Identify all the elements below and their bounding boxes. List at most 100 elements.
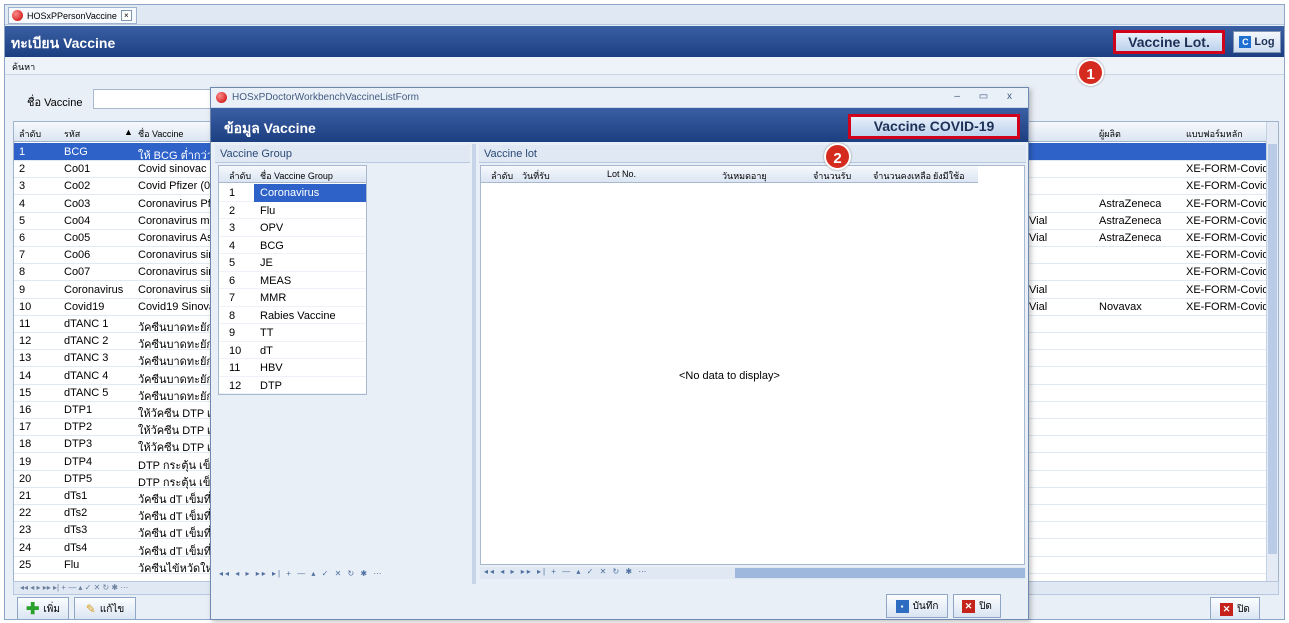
cell-form: XE-FORM-Covid-1 <box>1186 232 1268 244</box>
cell-no: 6 <box>19 232 26 244</box>
cell-maker: AstraZeneca <box>1099 232 1162 244</box>
close-button[interactable]: ✕ ปิด <box>1210 597 1260 619</box>
cell-code: DTP3 <box>64 438 93 451</box>
col-no[interactable]: ลำดับ <box>19 127 41 141</box>
col-form[interactable]: แบบฟอร์มหลัก <box>1186 127 1243 141</box>
cell-code: dTs3 <box>64 524 88 537</box>
cell-code: dTANC 2 <box>64 335 109 348</box>
cell-name: Coronavirus Ast <box>138 232 216 244</box>
cell-name: Coronavirus mo <box>138 214 216 227</box>
vaccine-name-filter-input[interactable] <box>93 89 219 109</box>
lot-col-active[interactable]: ยังมีใช้อ <box>933 169 965 183</box>
group-no: 7 <box>229 292 236 304</box>
cell-code: dTs2 <box>64 507 88 520</box>
cell-no: 12 <box>19 335 32 348</box>
group-no: 3 <box>229 222 236 234</box>
list-item[interactable]: 1 Coronavirus <box>219 184 366 202</box>
save-label: บันทึก <box>912 600 939 612</box>
cell-unit: Vial <box>1029 214 1048 227</box>
lot-col-expire[interactable]: วันหมดอายุ <box>722 169 767 183</box>
window-controls[interactable]: – ▭ x <box>954 91 1020 102</box>
tab-close-icon[interactable]: × <box>120 10 132 21</box>
lot-panel-header: Vaccine lot <box>479 145 1026 163</box>
list-item[interactable]: 7 MMR <box>219 289 366 307</box>
cell-form: XE-FORM-Covid-1 <box>1186 180 1268 193</box>
cell-code: dTANC 5 <box>64 386 109 399</box>
cell-code: dTs1 <box>64 490 88 502</box>
group-no: 2 <box>229 204 236 217</box>
vaccine-lot-button[interactable]: Vaccine Lot. <box>1113 30 1225 54</box>
list-item[interactable]: 12 DTP <box>219 377 366 394</box>
cell-form: XE-FORM-Covid-1 <box>1186 249 1268 262</box>
dialog-title: ข้อมูล Vaccine <box>224 120 316 136</box>
group-panel-title: Vaccine Group <box>220 148 292 160</box>
grid-vertical-scrollbar[interactable] <box>1266 122 1278 581</box>
log-button[interactable]: C Log <box>1233 31 1281 53</box>
col-maker[interactable]: ผู้ผลิต <box>1099 127 1121 141</box>
lot-col-no[interactable]: ลำดับ <box>491 169 513 183</box>
group-no: 11 <box>229 362 241 374</box>
cell-name: Covid19 Sinova <box>138 300 216 313</box>
cell-no: 16 <box>19 404 32 416</box>
cell-code: Co01 <box>64 163 91 176</box>
cell-maker: Novavax <box>1099 300 1142 313</box>
add-button[interactable]: ✚ เพิ่ม <box>17 597 69 619</box>
group-grid-navigator[interactable]: ◂◂ ◂ ▸ ▸▸ ▸| + — ▴ ✓ ✕ ↻ ✱ ⋯ <box>219 569 383 581</box>
cell-name: Coronavirus sin <box>138 283 215 296</box>
list-item[interactable]: 3 OPV <box>219 219 366 237</box>
cell-name: Coronavirus sin <box>138 266 215 279</box>
dialog-close-button[interactable]: ✕ ปิด <box>953 594 1001 618</box>
vaccine-list-dialog: HOSxPDoctorWorkbenchVaccineListForm – ▭ … <box>210 87 1029 620</box>
list-item[interactable]: 9 TT <box>219 324 366 342</box>
list-item[interactable]: 5 JE <box>219 254 366 272</box>
panel-splitter[interactable] <box>472 144 476 584</box>
empty-state: <No data to display> <box>679 370 780 382</box>
tab-label: HOSxPPersonVaccine <box>27 10 117 21</box>
cell-no: 9 <box>19 283 26 296</box>
group-name: Coronavirus <box>254 184 366 202</box>
group-col-no[interactable]: ลำดับ <box>229 169 251 183</box>
group-name: JE <box>260 257 273 269</box>
vaccine-covid19-button[interactable]: Vaccine COVID-19 <box>848 114 1020 139</box>
cell-name: Coronavirus sin <box>138 249 215 262</box>
col-name[interactable]: ชื่อ Vaccine <box>138 127 183 141</box>
lot-horizontal-scrollbar[interactable]: ◂◂ ◂ ▸ ▸▸ ▸| + — ▴ ✓ ✕ ↻ ✱ ⋯ <box>480 567 1026 579</box>
group-name: MMR <box>260 292 287 304</box>
group-col-name[interactable]: ชื่อ Vaccine Group <box>260 169 333 183</box>
scroll-thumb[interactable] <box>735 568 1025 578</box>
cell-no: 13 <box>19 352 32 365</box>
scroll-thumb[interactable] <box>1268 144 1277 554</box>
cell-code: dTs4 <box>64 541 88 554</box>
list-item[interactable]: 2 Flu <box>219 202 366 219</box>
cell-code: Co03 <box>64 197 91 210</box>
lot-col-received-qty[interactable]: จำนวนรับ <box>813 169 851 183</box>
save-button[interactable]: ▪ บันทึก <box>886 594 948 618</box>
col-code[interactable]: รหัส <box>64 127 80 141</box>
cell-no: 14 <box>19 369 32 382</box>
lot-grid-navigator[interactable]: ◂◂ ◂ ▸ ▸▸ ▸| + — ▴ ✓ ✕ ↻ ✱ ⋯ <box>484 567 648 579</box>
cell-no: 24 <box>19 541 32 554</box>
cell-form: XE-FORM-Covid-1 <box>1186 163 1268 176</box>
cell-no: 11 <box>19 318 31 330</box>
lot-grid-header: ลำดับ วันที่รับ Lot No. วันหมดอายุ จำนวน… <box>481 166 978 183</box>
lot-col-lotno[interactable]: Lot No. <box>607 169 636 179</box>
tab-person-vaccine[interactable]: HOSxPPersonVaccine × <box>8 7 137 24</box>
list-item[interactable]: 10 dT <box>219 342 366 359</box>
cell-maker: AstraZeneca <box>1099 214 1162 227</box>
lot-col-received[interactable]: วันที่รับ <box>522 169 550 183</box>
cell-no: 18 <box>19 438 32 451</box>
group-name: Flu <box>260 204 276 217</box>
page-header: ทะเบียน Vaccine Vaccine Lot. C Log <box>5 26 1284 57</box>
list-item[interactable]: 8 Rabies Vaccine <box>219 307 366 324</box>
plus-icon: ✚ <box>25 601 40 618</box>
cell-code: Co07 <box>64 266 91 279</box>
log-icon: C <box>1239 36 1252 48</box>
list-item[interactable]: 4 BCG <box>219 237 366 254</box>
list-item[interactable]: 11 HBV <box>219 359 366 377</box>
sort-asc-icon: ▲ <box>124 127 133 137</box>
list-item[interactable]: 6 MEAS <box>219 272 366 289</box>
edit-button[interactable]: ✎ แก้ไข <box>74 597 136 619</box>
cell-no: 5 <box>19 214 26 227</box>
lot-col-remaining[interactable]: จำนวนคงเหลือ <box>873 169 931 183</box>
menu-search[interactable]: ค้นหา <box>12 60 35 74</box>
